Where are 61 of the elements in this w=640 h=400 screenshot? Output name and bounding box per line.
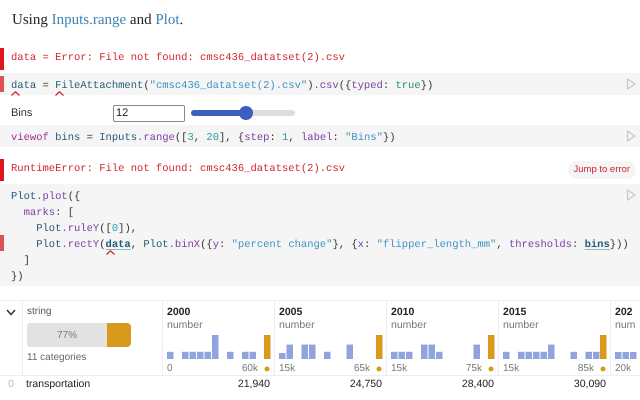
percent-label: 77%: [56, 329, 78, 343]
number-field[interactable]: 12: [113, 104, 185, 122]
code-cell[interactable]: viewof bins = Inputs.range([3, 20], {step: 1, label: "Bins"}): [0, 125, 640, 147]
jump-to-error-button[interactable]: Jump to error: [568, 161, 636, 179]
axis-max-label: 65k: [354, 362, 370, 376]
code-line: ]: [24, 254, 30, 269]
column-type: number: [503, 319, 540, 332]
row-index: 0: [7, 376, 15, 392]
doc-link[interactable]: Inputs.range: [52, 12, 126, 28]
axis-max-label: 60k: [242, 362, 258, 376]
missing-dot-icon: [264, 366, 270, 372]
code-line: Plot.rectY(data, Plot.binX({y: "percent change"}, {x: "flipper_length_mm", thresholds: bins})): [36, 237, 629, 253]
code-line: Plot.ruleY([0]),: [36, 222, 138, 237]
histogram-drawing: [615, 352, 636, 359]
axis-min-label: 15k: [279, 362, 296, 376]
input-label: Bins: [11, 106, 34, 121]
code-line: marks: [: [24, 206, 74, 221]
column-name: 202: [615, 305, 634, 319]
axis-min-label: 15k: [391, 362, 408, 376]
error-caret-icon: [55, 91, 64, 96]
code-line: Plot.plot({: [11, 190, 80, 205]
error-caret-icon: [106, 250, 115, 255]
column-name: 2010: [391, 305, 416, 319]
error-bar: [0, 235, 4, 251]
axis-max-label: 85k: [578, 362, 594, 376]
axis-max-label: 75k: [466, 362, 482, 376]
code-cell[interactable]: data = FileAttachment("cmsc436_datatset(2).csv").csv({typed: true}): [0, 73, 640, 95]
error-message: data = Error: File not found: cmsc436_datatset(2).csv: [11, 51, 345, 66]
chevron-down-icon[interactable]: [6, 309, 16, 316]
error-message: RuntimeError: File not found: cmsc436_datatset(2).csv: [11, 162, 345, 178]
axis-min-label: 15k: [503, 362, 520, 376]
missing-dot-icon: [488, 366, 494, 372]
column-name: 2005: [279, 305, 304, 319]
table-cell-text: 24,750: [348, 376, 383, 392]
column-type: number: [391, 319, 428, 332]
table-cell-text: 28,400: [460, 376, 495, 392]
axis-min-label: 0: [167, 362, 173, 376]
doc-link[interactable]: Plot: [155, 12, 180, 28]
axis-min-label: 20k: [615, 362, 632, 376]
column-type: number: [279, 319, 316, 332]
category-count: 11 categories: [27, 351, 88, 365]
code-line: }): [11, 270, 24, 285]
column-type: number: [167, 319, 204, 332]
table-cell-text: 21,940: [236, 376, 271, 392]
intro-sentence: Using Inputs.range and Plot.: [11, 11, 184, 30]
column-name: 2015: [503, 305, 528, 319]
error-bar: [0, 76, 4, 92]
error-caret-icon: [11, 91, 20, 96]
table-cell-text: transportation: [25, 376, 92, 392]
table-cell-text: 30,090: [572, 376, 607, 392]
column-type: num: [615, 319, 636, 332]
code-line: viewof bins = Inputs.range([3, 20], {step: 1, label: "Bins"}): [11, 131, 396, 146]
error-bar: [0, 48, 4, 70]
code-cell[interactable]: Plot.plot({ marks: [ Plot.ruleY([0]), Plot.rectY(data, Plot.binX({y: "percent change"}, {x: "flipper_length_mm", thresholds: bins})) ] }): [0, 184, 640, 286]
error-bar: [0, 159, 4, 181]
code-line: data = FileAttachment("cmsc436_datatset(2).csv").csv({typed: true}): [11, 78, 434, 94]
column-type: string: [27, 305, 52, 319]
column-name: 2000: [167, 305, 192, 319]
missing-dot-icon: [600, 366, 606, 372]
missing-dot-icon: [376, 366, 382, 372]
slider-thumb[interactable]: [239, 106, 254, 120]
